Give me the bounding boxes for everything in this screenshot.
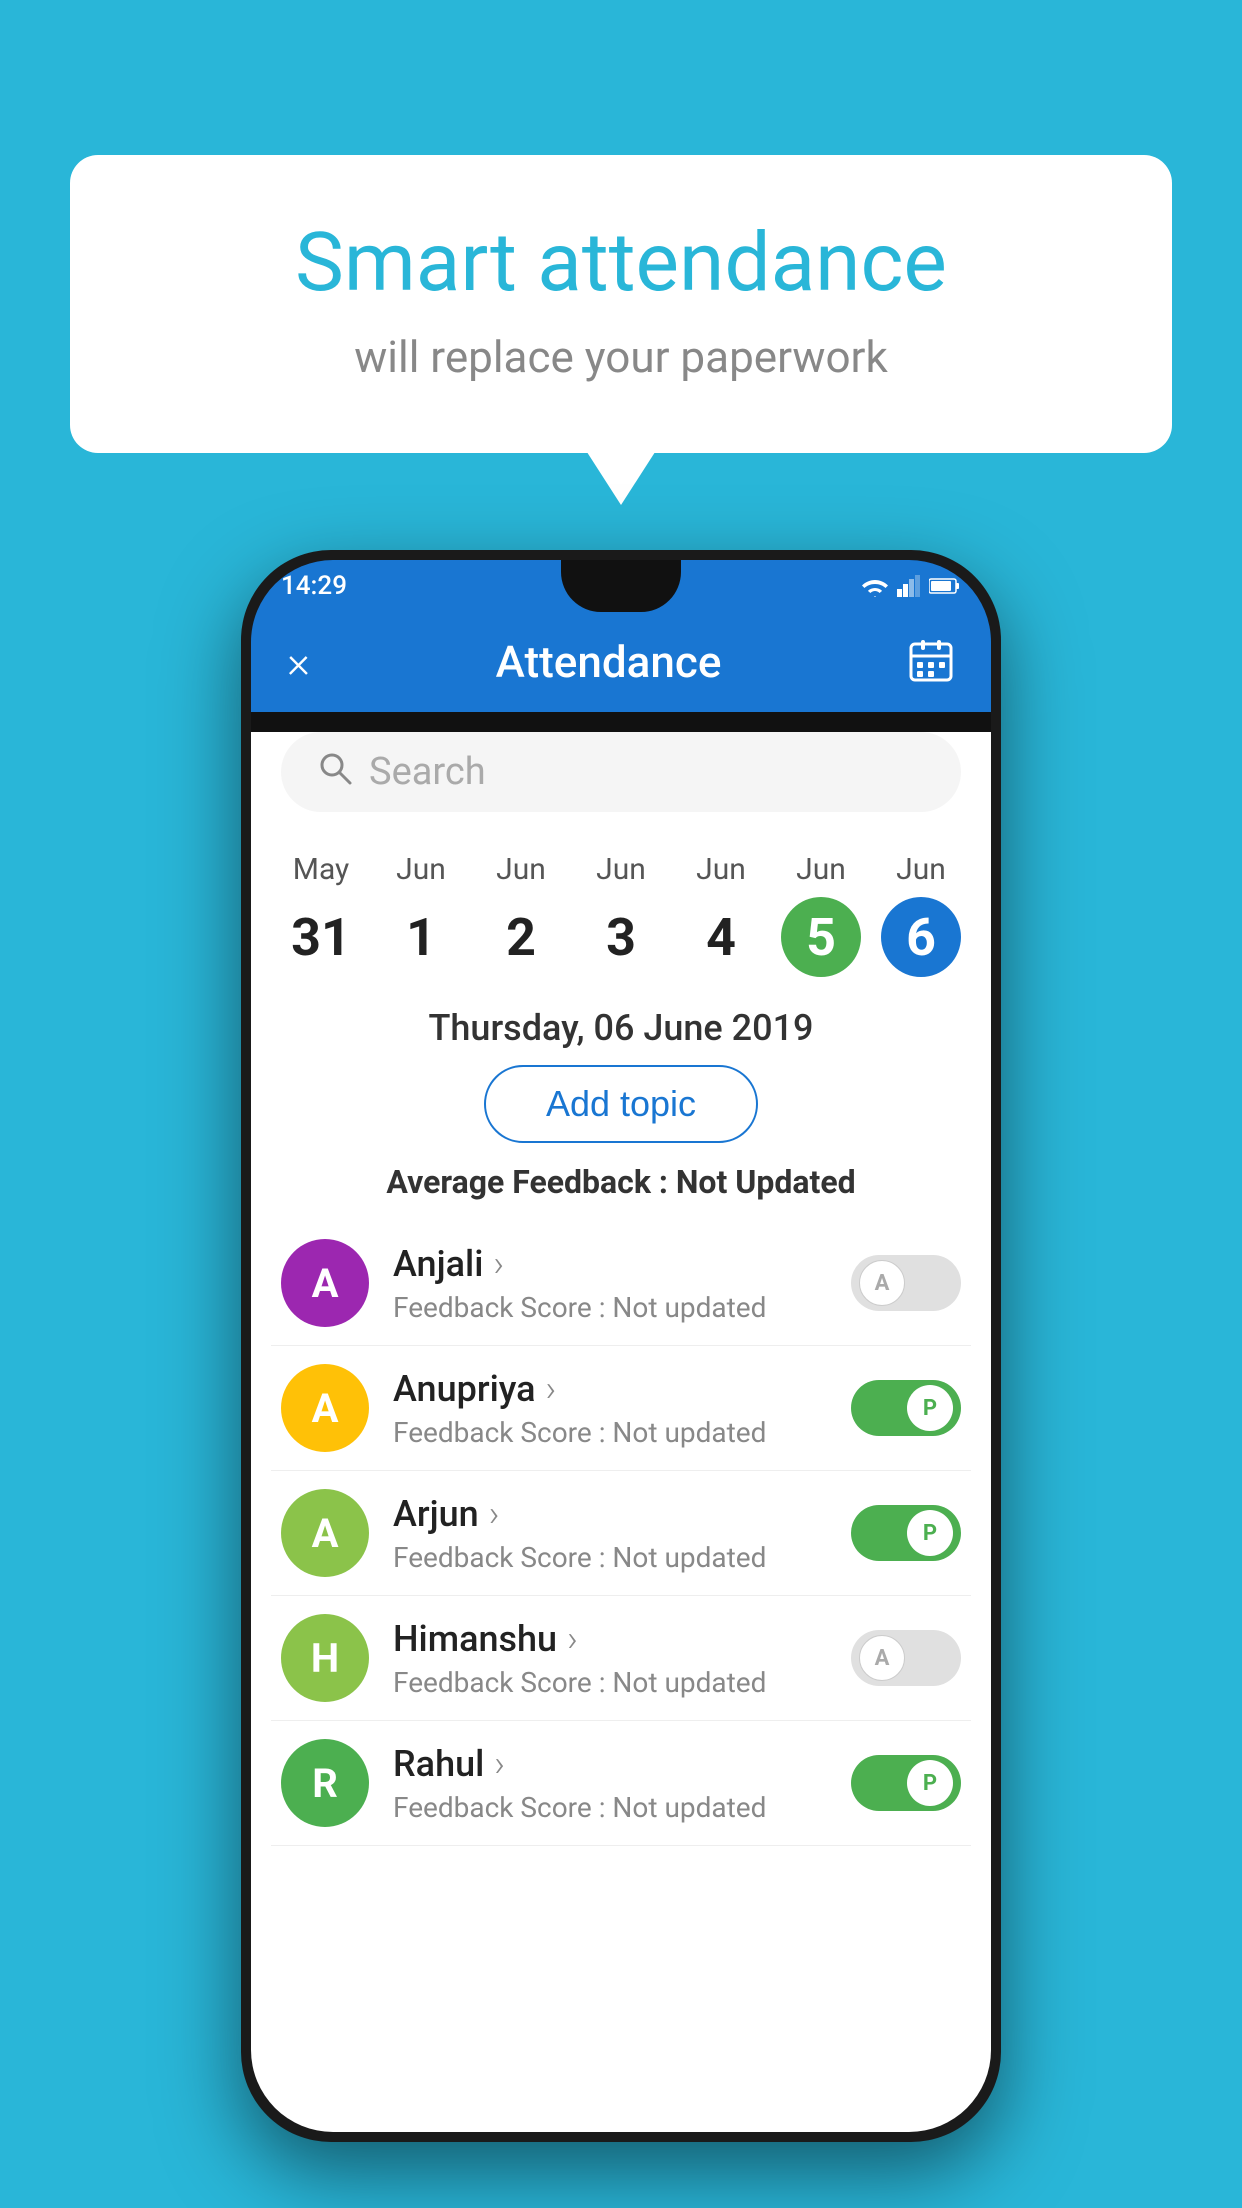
cal-month: Jun: [596, 852, 646, 887]
speech-bubble-container: Smart attendance will replace your paper…: [70, 155, 1172, 453]
student-avatar: A: [281, 1364, 369, 1452]
calendar-day[interactable]: Jun 4: [681, 852, 761, 977]
calendar-svg: [907, 636, 955, 684]
toggle-circle: P: [907, 1760, 953, 1806]
search-svg: [317, 750, 353, 786]
calendar-icon[interactable]: [907, 636, 955, 688]
student-item[interactable]: A Anupriya Feedback Score : Not updated P: [271, 1346, 971, 1471]
cal-num: 6: [881, 897, 961, 977]
student-item[interactable]: H Himanshu Feedback Score : Not updated A: [271, 1596, 971, 1721]
cal-num: 3: [581, 897, 661, 977]
status-bar: 14:29: [251, 560, 991, 612]
student-info: Rahul Feedback Score : Not updated: [393, 1743, 827, 1824]
cal-num: 2: [481, 897, 561, 977]
cal-month: Jun: [696, 852, 746, 887]
toggle-circle: P: [907, 1385, 953, 1431]
calendar-day[interactable]: Jun 3: [581, 852, 661, 977]
attendance-toggle[interactable]: A: [851, 1255, 961, 1311]
attendance-toggle[interactable]: P: [851, 1380, 961, 1436]
student-item[interactable]: A Anjali Feedback Score : Not updated A: [271, 1221, 971, 1346]
search-bar[interactable]: Search: [281, 732, 961, 812]
student-feedback: Feedback Score : Not updated: [393, 1791, 827, 1824]
student-item[interactable]: R Rahul Feedback Score : Not updated P: [271, 1721, 971, 1846]
bubble-subtitle: will replace your paperwork: [150, 331, 1092, 383]
add-topic-button[interactable]: Add topic: [484, 1065, 758, 1143]
student-avatar: A: [281, 1239, 369, 1327]
notch: [561, 560, 681, 612]
phone-wrapper: 14:29: [241, 550, 1001, 2142]
phone-inner: 14:29: [251, 560, 991, 2132]
signal-icon: [897, 575, 921, 597]
student-name: Anjali: [393, 1243, 827, 1285]
cal-num: 5: [781, 897, 861, 977]
attendance-toggle[interactable]: P: [851, 1755, 961, 1811]
cal-num: 31: [281, 897, 361, 977]
cal-month: Jun: [396, 852, 446, 887]
battery-icon: [929, 577, 961, 595]
app-bar: × Attendance: [251, 612, 991, 712]
calendar-day[interactable]: Jun 6: [881, 852, 961, 977]
toggle-circle: P: [907, 1510, 953, 1556]
student-list: AAnjaliFeedback Score : Not updatedAAAnu…: [251, 1221, 991, 1846]
search-placeholder: Search: [369, 750, 486, 794]
calendar-day[interactable]: May 31: [281, 852, 361, 977]
calendar-day[interactable]: Jun 5: [781, 852, 861, 977]
student-feedback: Feedback Score : Not updated: [393, 1541, 827, 1574]
student-name: Himanshu: [393, 1618, 827, 1660]
calendar-strip: May 31 Jun 1 Jun 2 Jun 3 Jun 4 Jun 5 Jun 6: [251, 832, 991, 987]
cal-month: Jun: [896, 852, 946, 887]
attendance-toggle[interactable]: A: [851, 1630, 961, 1686]
student-name: Arjun: [393, 1493, 827, 1535]
calendar-day[interactable]: Jun 1: [381, 852, 461, 977]
status-icons: [861, 575, 961, 597]
search-icon: [317, 750, 353, 795]
student-name: Rahul: [393, 1743, 827, 1785]
cal-month: Jun: [796, 852, 846, 887]
attendance-toggle[interactable]: P: [851, 1505, 961, 1561]
bubble-title: Smart attendance: [150, 215, 1092, 311]
avg-feedback: Average Feedback : Not Updated: [251, 1163, 991, 1201]
student-item[interactable]: A Arjun Feedback Score : Not updated P: [271, 1471, 971, 1596]
student-name: Anupriya: [393, 1368, 827, 1410]
close-button[interactable]: ×: [287, 636, 310, 688]
avg-feedback-label: Average Feedback :: [386, 1163, 675, 1201]
avg-feedback-value: Not Updated: [676, 1163, 856, 1201]
cal-num: 4: [681, 897, 761, 977]
student-info: Arjun Feedback Score : Not updated: [393, 1493, 827, 1574]
date-display: Thursday, 06 June 2019: [251, 1007, 991, 1049]
student-info: Anjali Feedback Score : Not updated: [393, 1243, 827, 1324]
calendar-day[interactable]: Jun 2: [481, 852, 561, 977]
phone-outer: 14:29: [241, 550, 1001, 2142]
status-time: 14:29: [281, 571, 347, 601]
cal-num: 1: [381, 897, 461, 977]
cal-month: May: [293, 852, 349, 887]
student-avatar: H: [281, 1614, 369, 1702]
toggle-circle: A: [859, 1635, 905, 1681]
student-feedback: Feedback Score : Not updated: [393, 1666, 827, 1699]
student-feedback: Feedback Score : Not updated: [393, 1416, 827, 1449]
student-avatar: R: [281, 1739, 369, 1827]
app-bar-title: Attendance: [496, 636, 722, 688]
speech-bubble: Smart attendance will replace your paper…: [70, 155, 1172, 453]
student-info: Himanshu Feedback Score : Not updated: [393, 1618, 827, 1699]
app-content: Search May 31 Jun 1 Jun 2 Jun 3 Jun 4 Jun 5 Jun 6 Thu…: [251, 732, 991, 2132]
student-info: Anupriya Feedback Score : Not updated: [393, 1368, 827, 1449]
cal-month: Jun: [496, 852, 546, 887]
student-feedback: Feedback Score : Not updated: [393, 1291, 827, 1324]
toggle-circle: A: [859, 1260, 905, 1306]
wifi-icon: [861, 575, 889, 597]
student-avatar: A: [281, 1489, 369, 1577]
